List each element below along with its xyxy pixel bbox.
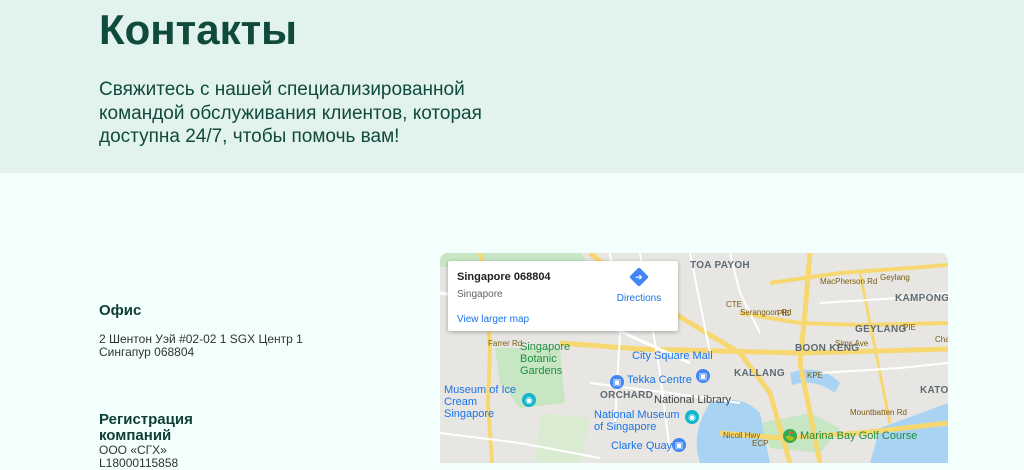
map-label-national-museum[interactable]: National Museum of Singapore (594, 409, 689, 433)
map-label-kallang: KALLANG (734, 368, 785, 379)
road-label-cte: CTE (726, 300, 742, 309)
road-label-pie-east: PIE (903, 323, 916, 332)
city-square-mall-pin-icon[interactable]: ▣ (696, 369, 710, 383)
map-label-tekka-centre[interactable]: Tekka Centre (627, 374, 692, 386)
road-label-ecp: ECP (752, 439, 769, 448)
museum-ice-cream-pin-icon[interactable]: ◉ (522, 393, 536, 407)
golf-course-pin-icon[interactable]: ⛳ (783, 429, 797, 443)
page-subtitle: Свяжитесь с нашей специализированной ком… (99, 79, 482, 147)
road-label-geylang: Geylang (880, 273, 910, 282)
registration-title: Регистрация компаний (99, 411, 193, 444)
road-label-nicoll: Nicoll Hwy (723, 431, 761, 440)
office-title: Офис (99, 302, 142, 319)
map-info-card: Singapore 068804 Singapore View larger m… (448, 261, 678, 331)
map-label-orchard: ORCHARD (600, 390, 654, 401)
map-card-subtitle: Singapore (457, 289, 503, 300)
page-title: Контакты (99, 6, 298, 53)
map-label-kampong-ubi: KAMPONG UBI (895, 293, 948, 304)
road-label-farrer: Farrer Rd (488, 339, 523, 348)
map-label-toa-payoh: TOA PAYOH (690, 260, 750, 271)
map-label-botanic-gardens[interactable]: Singapore Botanic Gardens (520, 341, 580, 377)
office-block: Офис 2 Шентон Уэй #02-02 1 SGX Центр 1 С… (99, 303, 339, 359)
road-label-macpherson: MacPherson Rd (820, 277, 878, 286)
road-label-sims: Sims Ave (835, 339, 869, 348)
directions-icon: ➜ (629, 267, 649, 287)
map-label-museum-ice-cream[interactable]: Museum of Ice Cream Singapore (444, 384, 524, 420)
embedded-map[interactable]: TOA PAYOH KAMPONG UBI GEYLANG BOON KENG … (440, 253, 948, 463)
map-label-katong: KATON (920, 385, 948, 396)
road-label-pie: PIE (777, 309, 790, 318)
road-label-kpe: KPE (807, 371, 824, 380)
view-larger-map-link[interactable]: View larger map (457, 314, 529, 325)
map-label-city-square-mall[interactable]: City Square Mall (632, 350, 713, 362)
map-label-geylang: GEYLANG (855, 324, 907, 335)
map-label-national-library[interactable]: National Library (654, 394, 731, 406)
map-card-title: Singapore 068804 (457, 271, 551, 283)
directions-label: Directions (616, 293, 662, 304)
directions-button[interactable]: ➜ Directions (614, 267, 664, 306)
map-label-clarke-quay[interactable]: Clarke Quay (611, 440, 672, 452)
tekka-centre-pin-icon[interactable]: ▣ (610, 375, 624, 389)
map-label-marina-golf[interactable]: Marina Bay Golf Course (800, 430, 917, 442)
registration-block: Регистрация компаний ООО «СГХ» L18000115… (99, 412, 339, 470)
office-address: 2 Шентон Уэй #02-02 1 SGX Центр 1 Сингап… (99, 332, 303, 359)
registration-text: ООО «СГХ» L18000115858 (99, 443, 179, 470)
road-label-mountbatten: Mountbatten Rd (850, 408, 907, 417)
clarke-quay-pin-icon[interactable]: ▣ (672, 438, 686, 452)
hero-banner: Контакты Свяжитесь с нашей специализиров… (0, 0, 1024, 173)
road-label-changi: Changi (935, 335, 948, 344)
